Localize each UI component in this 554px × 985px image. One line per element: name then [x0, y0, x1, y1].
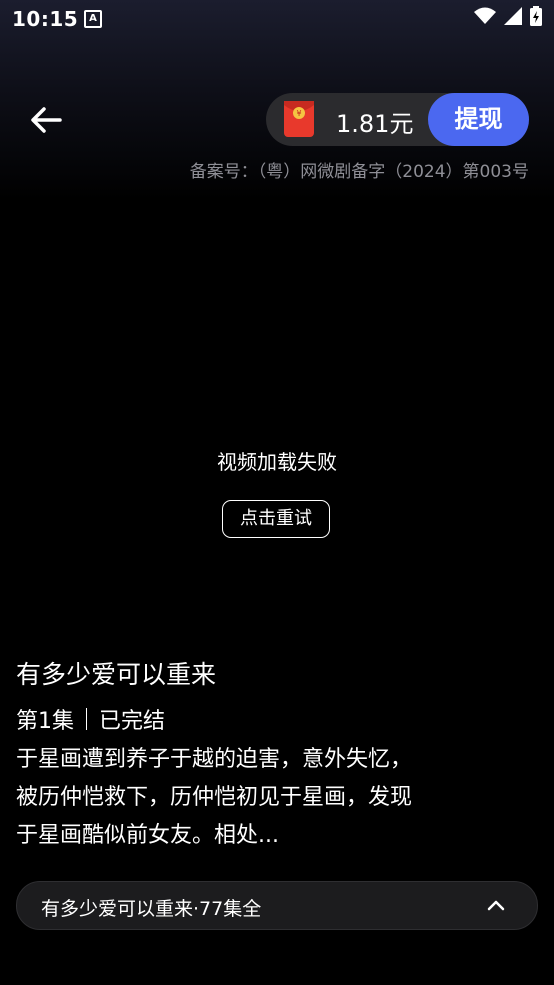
retry-button[interactable]: 点击重试	[222, 500, 330, 538]
drama-synopsis[interactable]: 于星画遭到养子于越的迫害，意外失忆，被历仲恺救下，历仲恺初见于星画，发现于星画酷…	[16, 741, 416, 855]
chevron-up-icon	[487, 900, 505, 911]
back-button[interactable]	[26, 100, 66, 140]
episode-divider	[86, 708, 87, 730]
battery-icon	[530, 6, 542, 26]
balance-amount: 1.81元	[336, 110, 414, 138]
drama-title: 有多少爱可以重来	[16, 660, 217, 689]
status-time: 10:15	[12, 7, 79, 31]
license-number: 备案号：（粤）网微剧备字（2024）第003号	[189, 162, 529, 182]
completion-status: 已完结	[99, 709, 166, 734]
red-packet-icon: ¥	[284, 101, 314, 137]
wifi-icon	[474, 7, 496, 24]
episode-number: 第1集	[16, 709, 74, 734]
collection-label: 有多少爱可以重来·77集全	[41, 898, 262, 920]
notification-app-icon: A	[84, 10, 102, 28]
status-icons	[474, 6, 542, 26]
svg-text:¥: ¥	[296, 109, 301, 118]
withdraw-button[interactable]: 提现	[428, 93, 529, 146]
cell-signal-icon	[504, 7, 522, 25]
episode-info: 第1集 已完结	[16, 703, 165, 735]
back-arrow-icon	[31, 107, 62, 133]
video-error-message: 视频加载失败	[217, 450, 337, 474]
episode-collection-bar[interactable]: 有多少爱可以重来·77集全	[16, 881, 538, 930]
status-bar: 10:15 A	[0, 0, 554, 38]
